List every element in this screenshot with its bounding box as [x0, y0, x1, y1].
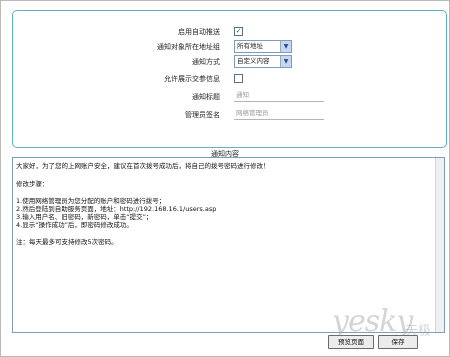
allow-reply-label: 允许展示交参信息	[164, 75, 220, 83]
chevron-down-icon[interactable]: ▼	[280, 41, 291, 52]
notice-title-input[interactable]: 通知	[234, 90, 324, 102]
notice-mode-select[interactable]: 自定义内容 ▼	[234, 55, 292, 68]
chevron-down-icon[interactable]: ▼	[280, 56, 291, 67]
enable-auto-push-checkbox[interactable]: ✓	[234, 25, 243, 36]
row-notice-mode: 通知方式 自定义内容 ▼	[13, 55, 446, 69]
content-line: 修改步骤：	[16, 180, 49, 188]
row-target-group: 通知对象所在地址组 所有地址 ▼	[13, 40, 446, 54]
notice-mode-value: 自定义内容	[237, 57, 270, 65]
save-button[interactable]: 保存	[378, 335, 418, 349]
admin-signature-label: 管理员签名	[185, 111, 220, 119]
admin-signature-input[interactable]: 网络管理员	[234, 108, 324, 120]
content-scrollbar[interactable]	[435, 158, 444, 332]
content-line: 4.显示“操作成功”后，即密码修改成功。	[16, 221, 133, 229]
row-allow-reply: 允许展示交参信息	[13, 72, 446, 86]
settings-panel: 启用自动推送 ✓ 通知对象所在地址组 所有地址 ▼ 通知方式 自定义内容 ▼ 允…	[12, 10, 447, 148]
content-line: 大家好，为了您的上网账户安全，建议在首次拨号成功后，将自己的拨号密码进行修改！	[16, 162, 270, 170]
notice-mode-label: 通知方式	[192, 58, 220, 66]
enable-auto-push-label: 启用自动推送	[178, 28, 220, 36]
content-line: 注：每天最多可支持修改5次密码。	[16, 238, 118, 246]
row-notice-title: 通知标题 通知	[13, 90, 446, 104]
target-group-value: 所有地址	[237, 42, 263, 50]
notice-title-label: 通知标题	[192, 93, 220, 101]
target-group-label: 通知对象所在地址组	[157, 43, 220, 51]
row-admin-signature: 管理员签名 网络管理员	[13, 108, 446, 122]
check-icon: ✓	[235, 27, 242, 35]
allow-reply-checkbox[interactable]	[234, 72, 243, 83]
row-enable-auto-push: 启用自动推送 ✓	[13, 25, 446, 39]
target-group-select[interactable]: 所有地址 ▼	[234, 40, 292, 53]
yesky-logo: yesky	[332, 304, 413, 339]
preview-button[interactable]: 预览页面	[328, 335, 374, 349]
